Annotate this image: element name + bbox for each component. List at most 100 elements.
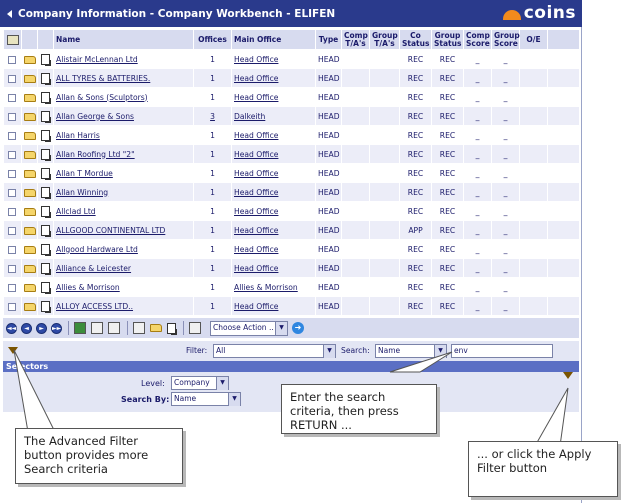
document-icon[interactable] — [41, 243, 51, 256]
row-checkbox[interactable] — [8, 226, 17, 235]
document-icon[interactable] — [41, 148, 51, 161]
col-name[interactable]: Name — [53, 29, 194, 50]
main-office-link[interactable]: Head Office — [234, 264, 278, 273]
folder-cell[interactable] — [21, 68, 38, 88]
folder-icon[interactable] — [24, 131, 36, 140]
document-icon[interactable] — [41, 72, 51, 85]
main-office-link[interactable]: Head Office — [234, 131, 278, 140]
main-office-link-cell[interactable]: Head Office — [231, 125, 316, 145]
document-cell[interactable] — [37, 49, 54, 69]
document-icon[interactable] — [41, 110, 51, 123]
row-checkbox[interactable] — [8, 264, 17, 273]
folder-icon[interactable] — [24, 207, 36, 216]
company-name-link-cell[interactable]: Allgood Hardware Ltd — [53, 239, 194, 259]
chevron-down-icon[interactable]: ▼ — [216, 377, 228, 390]
row-checkbox[interactable] — [8, 207, 17, 216]
advanced-filter-icon[interactable] — [8, 347, 18, 354]
open-folder-icon[interactable] — [150, 324, 162, 332]
level-select[interactable]: Company ▼ — [171, 376, 229, 390]
col-comp-ta[interactable]: Comp T/A's — [341, 29, 370, 50]
main-office-link-cell[interactable]: Allies & Morrison — [231, 277, 316, 297]
table-row[interactable]: Allan & Sons (Sculptors) 1 Head Office HEAD… — [3, 87, 580, 107]
company-name-link[interactable]: Allan Roofing Ltd "2" — [56, 150, 135, 159]
document-cell[interactable] — [37, 296, 54, 316]
company-name-link[interactable]: Allan T Mordue — [56, 169, 113, 178]
company-name-link[interactable]: Allan & Sons (Sculptors) — [56, 93, 148, 102]
main-office-link[interactable]: Head Office — [234, 207, 278, 216]
col-offices[interactable]: Offices — [193, 29, 232, 50]
table-row[interactable]: Allan Harris 1 Head Office HEAD REC REC _ _ — [3, 125, 580, 145]
row-checkbox[interactable] — [8, 74, 17, 83]
folder-icon[interactable] — [24, 112, 36, 121]
go-action-button[interactable]: ➜ — [292, 322, 304, 334]
folder-cell[interactable] — [21, 49, 38, 69]
undo-icon[interactable] — [189, 322, 201, 334]
selectors-search-by-select[interactable]: Name ▼ — [171, 392, 241, 406]
company-name-link[interactable]: Allies & Morrison — [56, 283, 120, 292]
document-icon[interactable] — [41, 281, 51, 294]
checkbox-cell[interactable] — [3, 277, 22, 297]
document-icon[interactable] — [41, 167, 51, 180]
company-name-link-cell[interactable]: Allan Winning — [53, 182, 194, 202]
col-group-score[interactable]: Group Score — [491, 29, 520, 50]
document-icon[interactable] — [41, 205, 51, 218]
company-name-link-cell[interactable]: Alliance & Leicester — [53, 258, 194, 278]
table-row[interactable]: ALLOY ACCESS LTD.. 1 Head Office HEAD REC REC… — [3, 296, 580, 316]
folder-cell[interactable] — [21, 87, 38, 107]
folder-icon[interactable] — [24, 226, 36, 235]
company-name-link[interactable]: ALLOY ACCESS LTD.. — [56, 302, 133, 311]
chevron-down-icon[interactable]: ▼ — [323, 345, 335, 358]
company-name-link[interactable]: Allclad Ltd — [56, 207, 96, 216]
main-office-link-cell[interactable]: Head Office — [231, 87, 316, 107]
row-checkbox[interactable] — [8, 150, 17, 159]
first-page-button[interactable]: ◄◄ — [6, 322, 17, 334]
checkbox-cell[interactable] — [3, 163, 22, 183]
search-by-select[interactable]: Name ▼ — [375, 344, 447, 358]
col-comp-score[interactable]: Comp Score — [463, 29, 492, 50]
main-office-link[interactable]: Head Office — [234, 93, 278, 102]
folder-cell[interactable] — [21, 296, 38, 316]
choose-action-select[interactable]: Choose Action .. ▼ — [210, 320, 288, 336]
company-name-link[interactable]: Alliance & Leicester — [56, 264, 131, 273]
row-checkbox[interactable] — [8, 55, 17, 64]
table-row[interactable]: Alistair McLennan Ltd 1 Head Office HEAD REC… — [3, 49, 580, 69]
offices-cell[interactable]: 3 — [210, 112, 215, 121]
row-checkbox[interactable] — [8, 188, 17, 197]
table-row[interactable]: Alliance & Leicester 1 Head Office HEAD REC R… — [3, 258, 580, 278]
row-checkbox[interactable] — [8, 131, 17, 140]
main-office-link[interactable]: Head Office — [234, 188, 278, 197]
folder-icon[interactable] — [24, 264, 36, 273]
table-row[interactable]: Allan T Mordue 1 Head Office HEAD REC REC _ _ — [3, 163, 580, 183]
document-icon[interactable] — [41, 224, 51, 237]
folder-cell[interactable] — [21, 144, 38, 164]
document-cell[interactable] — [37, 182, 54, 202]
main-office-link-cell[interactable]: Head Office — [231, 182, 316, 202]
document-cell[interactable] — [37, 106, 54, 126]
main-office-link[interactable]: Allies & Morrison — [234, 283, 298, 292]
folder-cell[interactable] — [21, 277, 38, 297]
company-name-link-cell[interactable]: Alistair McLennan Ltd — [53, 49, 194, 69]
table-row[interactable]: ALLGOOD CONTINENTAL LTD 1 Head Office HEAD A… — [3, 220, 580, 240]
main-office-link-cell[interactable]: Dalkeith — [231, 106, 316, 126]
checkbox-cell[interactable] — [3, 239, 22, 259]
company-name-link-cell[interactable]: Allan Harris — [53, 125, 194, 145]
table-row[interactable]: Allclad Ltd 1 Head Office HEAD REC REC _ _ — [3, 201, 580, 221]
chevron-down-icon[interactable]: ▼ — [434, 345, 446, 358]
folder-cell[interactable] — [21, 258, 38, 278]
print-icon[interactable] — [91, 322, 103, 334]
checkbox-cell[interactable] — [3, 258, 22, 278]
document-cell[interactable] — [37, 201, 54, 221]
select-all-header[interactable] — [3, 29, 22, 50]
company-name-link[interactable]: Allgood Hardware Ltd — [56, 245, 138, 254]
checkbox-cell[interactable] — [3, 87, 22, 107]
folder-icon[interactable] — [24, 93, 36, 102]
row-checkbox[interactable] — [8, 302, 17, 311]
folder-cell[interactable] — [21, 201, 38, 221]
table-row[interactable]: Allgood Hardware Ltd 1 Head Office HEAD REC R… — [3, 239, 580, 259]
document-cell[interactable] — [37, 277, 54, 297]
col-type[interactable]: Type — [315, 29, 342, 50]
main-office-link[interactable]: Head Office — [234, 245, 278, 254]
folder-icon[interactable] — [24, 150, 36, 159]
main-office-link-cell[interactable]: Head Office — [231, 220, 316, 240]
document-icon[interactable] — [41, 300, 51, 313]
